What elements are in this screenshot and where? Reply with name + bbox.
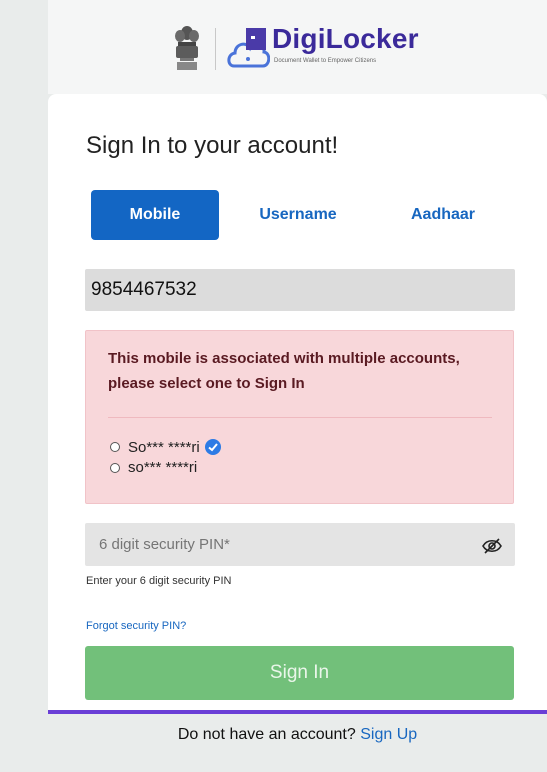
eye-off-icon[interactable] <box>482 538 502 554</box>
radio-button[interactable] <box>110 442 120 452</box>
verified-badge-icon <box>204 439 221 455</box>
page-title: Sign In to your account! <box>86 132 339 159</box>
header-divider <box>215 28 216 70</box>
mobile-number-field[interactable]: 9854467532 <box>85 269 515 311</box>
digilocker-cloud-logo-icon <box>227 28 270 68</box>
signup-prompt: Do not have an account? Sign Up <box>48 726 547 744</box>
alert-divider <box>108 417 492 418</box>
brand-tagline: Document Wallet to Empower Citizens <box>274 58 377 64</box>
header: DigiLocker Document Wallet to Empower Ci… <box>48 0 547 94</box>
radio-button[interactable] <box>110 462 120 473</box>
multiple-accounts-alert: This mobile is associated with multiple … <box>85 330 514 504</box>
signup-link[interactable]: Sign Up <box>360 726 417 743</box>
signup-prompt-text: Do not have an account? <box>177 726 356 743</box>
account-label: so*** ****ri <box>128 459 198 476</box>
national-emblem-icon <box>175 26 199 70</box>
alert-message: This mobile is associated with multiple … <box>108 350 460 392</box>
forgot-pin-link[interactable]: Forgot security PIN? <box>86 620 186 632</box>
pin-help-text: Enter your 6 digit security PIN <box>86 575 232 587</box>
page: DigiLocker Document Wallet to Empower Ci… <box>48 0 547 772</box>
tab-username[interactable]: Username <box>238 190 358 240</box>
account-option-1[interactable]: So*** ****ri <box>110 438 222 456</box>
security-pin-field[interactable]: 6 digit security PIN* <box>85 523 515 566</box>
brand-name: DigiLocker <box>272 23 419 54</box>
tab-aadhaar[interactable]: Aadhaar <box>388 190 498 240</box>
account-label: So*** ****ri <box>128 438 200 456</box>
tab-mobile[interactable]: Mobile <box>91 190 219 240</box>
signin-card: Sign In to your account! Mobile Username… <box>48 94 547 714</box>
account-option-2[interactable]: so*** ****ri <box>110 459 197 476</box>
signin-button[interactable]: Sign In <box>85 646 514 700</box>
